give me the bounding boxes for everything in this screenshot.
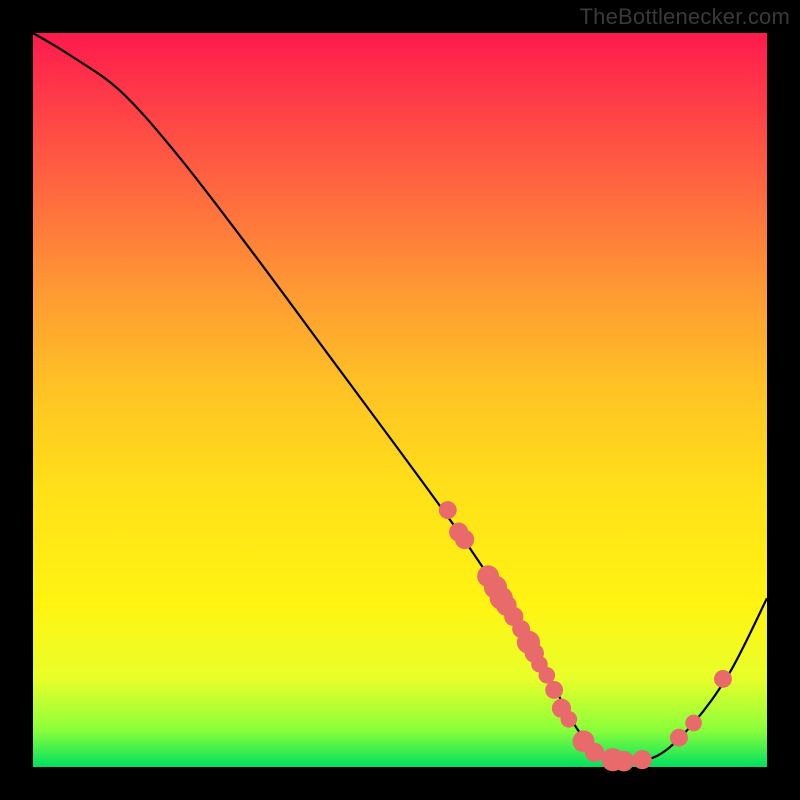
watermark-text: TheBottlenecker.com	[580, 4, 790, 30]
curve-marker	[439, 501, 457, 519]
curve-marker	[561, 711, 578, 728]
curve-marker	[633, 750, 652, 769]
curve-marker	[670, 729, 688, 747]
curve-marker	[585, 743, 604, 762]
curve-marker	[714, 670, 732, 688]
curve-marker	[539, 667, 556, 684]
chart-svg	[33, 33, 767, 767]
bottleneck-curve	[33, 33, 767, 761]
curve-marker	[455, 530, 474, 549]
curve-marker	[545, 681, 563, 699]
chart-plot-area	[33, 33, 767, 767]
curve-marker	[614, 751, 635, 772]
curve-marker	[685, 715, 702, 732]
